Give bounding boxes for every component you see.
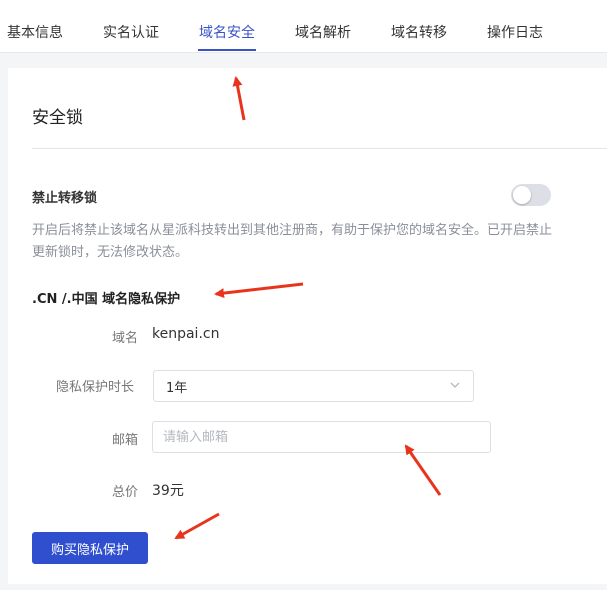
domain-security-page: 基本信息 实名认证 域名安全 域名解析 域名转移 操作日志 安全锁 禁止转移锁 … <box>0 0 607 590</box>
buy-privacy-button[interactable]: 购买隐私保护 <box>32 532 148 564</box>
privacy-protection-title: .CN /.中国 域名隐私保护 <box>32 292 181 307</box>
email-label: 邮箱 <box>112 433 139 448</box>
duration-select-value: 1年 <box>166 381 188 396</box>
tab-bar: 基本信息 实名认证 域名安全 域名解析 域名转移 操作日志 <box>0 0 607 53</box>
domain-value: kenpai.cn <box>152 326 220 342</box>
security-card: 安全锁 禁止转移锁 开启后将禁止该域名从星派科技转出到其他注册商，有助于保护您的… <box>8 68 607 584</box>
transfer-lock-label: 禁止转移锁 <box>32 191 98 206</box>
tab-domain-security[interactable]: 域名安全 <box>199 22 255 42</box>
domain-label: 域名 <box>112 331 139 346</box>
price-value: 39元 <box>152 483 184 499</box>
tab-operation-log[interactable]: 操作日志 <box>487 22 543 42</box>
duration-label: 隐私保护时长 <box>56 380 135 395</box>
tab-real-name-auth[interactable]: 实名认证 <box>103 22 159 42</box>
tab-domain-dns[interactable]: 域名解析 <box>295 22 351 42</box>
email-input[interactable] <box>152 421 491 453</box>
duration-select[interactable]: 1年 <box>153 370 474 402</box>
toggle-knob <box>513 186 531 204</box>
price-label: 总价 <box>112 485 139 500</box>
chevron-down-icon <box>450 382 460 388</box>
section-title: 安全锁 <box>32 108 83 128</box>
transfer-lock-description: 开启后将禁止该域名从星派科技转出到其他注册商，有助于保护您的域名安全。已开启禁止… <box>32 223 553 260</box>
tab-basic-info[interactable]: 基本信息 <box>7 22 63 42</box>
tab-domain-transfer[interactable]: 域名转移 <box>391 22 447 42</box>
active-tab-indicator <box>198 49 256 51</box>
section-divider <box>32 148 607 149</box>
transfer-lock-toggle[interactable] <box>511 184 551 206</box>
